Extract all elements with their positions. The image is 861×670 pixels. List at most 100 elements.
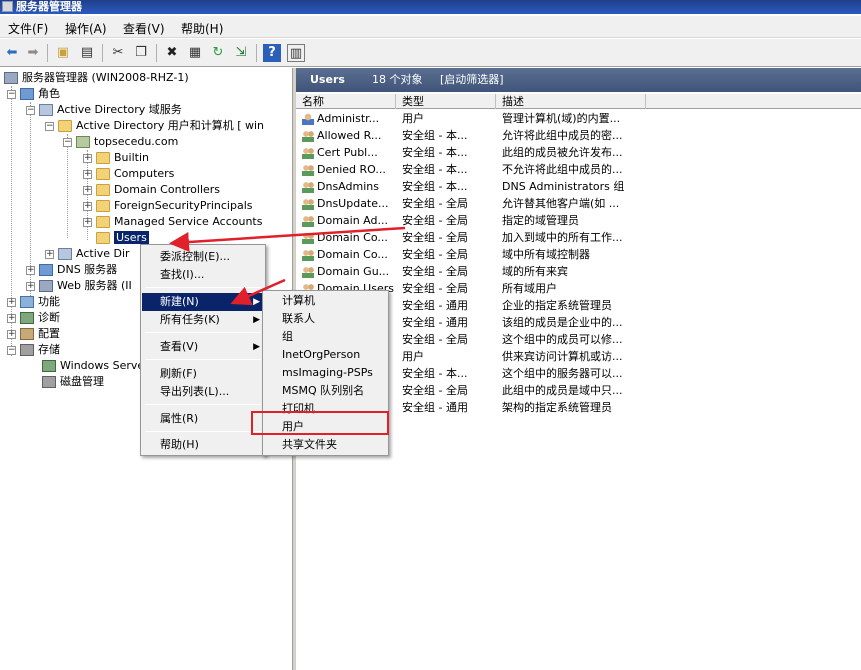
tree-item-builtin[interactable]: + Builtin — [83, 150, 149, 166]
export-icon[interactable]: ⇲ — [232, 44, 250, 62]
filter-status: [启动筛选器] — [440, 73, 504, 86]
menu-new[interactable]: 新建(N) ▶ — [142, 293, 264, 311]
collapse-icon[interactable]: − — [7, 345, 16, 355]
tree-item-features[interactable]: + 功能 — [7, 294, 60, 310]
menu-properties[interactable]: 属性(R) — [142, 410, 264, 428]
table-row[interactable]: DnsAdmins 安全组 - 本... DNS Administrators 组 — [296, 178, 861, 195]
tree-item-ad-ds[interactable]: − Active Directory 域服务 — [26, 102, 182, 118]
menu-refresh[interactable]: 刷新(F) — [142, 365, 264, 383]
expand-icon[interactable]: + — [7, 297, 16, 307]
dns-icon — [39, 264, 53, 276]
table-row[interactable]: Domain Co... 安全组 - 全局 域中所有域控制器 — [296, 246, 861, 263]
table-row[interactable]: Cert Publ... 安全组 - 本... 此组的成员被允许发布... — [296, 144, 861, 161]
column-name[interactable]: 名称 — [296, 94, 396, 109]
collapse-icon[interactable]: − — [63, 137, 72, 147]
tree-item-server-manager[interactable]: 服务器管理器 (WIN2008-RHZ-1) — [4, 70, 189, 86]
tree-item-computers[interactable]: + Computers — [83, 166, 174, 182]
tree-item-aduc[interactable]: − Active Directory 用户和计算机 [ win — [45, 118, 264, 134]
ad-icon — [58, 248, 72, 260]
help-icon[interactable]: ? — [263, 44, 281, 62]
expand-icon[interactable]: + — [83, 153, 92, 163]
row-description: 域中所有域控制器 — [502, 248, 590, 261]
forward-icon[interactable]: ➡ — [24, 44, 42, 62]
server-manager-icon — [2, 1, 13, 12]
tree-item-domain-controllers[interactable]: + Domain Controllers — [83, 182, 220, 198]
row-type: 安全组 - 本... — [402, 129, 468, 142]
menu-view-label: 查看(V) — [160, 340, 199, 353]
submenu-inetorgperson[interactable]: InetOrgPerson — [264, 346, 387, 363]
expand-icon[interactable]: + — [83, 201, 92, 211]
tree-item-foreign-security-principals[interactable]: + ForeignSecurityPrincipals — [83, 198, 253, 214]
menu-find[interactable]: 查找(I)... — [142, 266, 264, 284]
show-hide-tree-icon[interactable]: ▤ — [78, 44, 96, 62]
row-type: 安全组 - 全局 — [402, 197, 468, 210]
expand-icon[interactable]: + — [26, 265, 35, 275]
submenu-shared-folder[interactable]: 共享文件夹 — [264, 436, 387, 453]
tree-item-configuration[interactable]: + 配置 — [7, 326, 60, 342]
submenu-contact[interactable]: 联系人 — [264, 310, 387, 327]
menu-view[interactable]: 查看(V) ▶ — [142, 338, 264, 356]
ad-ds-icon — [39, 104, 53, 116]
row-type: 安全组 - 全局 — [402, 282, 468, 295]
expand-icon[interactable]: + — [7, 313, 16, 323]
table-row[interactable]: DnsUpdate... 安全组 - 全局 允许替其他客户端(如 ... — [296, 195, 861, 212]
back-icon[interactable]: ⬅ — [3, 44, 21, 62]
menu-delegate-control[interactable]: 委派控制(E)... — [142, 248, 264, 266]
table-row[interactable]: Denied RO... 安全组 - 本... 不允许将此组中成员的... — [296, 161, 861, 178]
tree-item-roles[interactable]: − 角色 — [7, 86, 60, 102]
group-icon — [302, 232, 314, 244]
view-icon[interactable]: ▥ — [287, 44, 305, 62]
row-name-text: Domain Co... — [317, 231, 388, 244]
tree-item-ad-other[interactable]: + Active Dir — [45, 246, 130, 262]
menu-action[interactable]: 操作(A) — [65, 20, 107, 37]
expand-icon[interactable]: + — [83, 169, 92, 179]
expand-icon[interactable]: + — [83, 217, 92, 227]
tree-item-web[interactable]: + Web 服务器 (II — [26, 278, 132, 294]
expand-icon[interactable]: + — [83, 185, 92, 195]
table-row[interactable]: Allowed R... 安全组 - 本... 允许将此组中成员的密... — [296, 127, 861, 144]
row-type: 安全组 - 全局 — [402, 384, 468, 397]
collapse-icon[interactable]: − — [7, 89, 16, 99]
tree-item-disk-management[interactable]: 磁盘管理 — [42, 374, 104, 390]
tree-item-storage[interactable]: − 存储 — [7, 342, 60, 358]
submenu-group[interactable]: 组 — [264, 328, 387, 345]
group-icon — [302, 215, 314, 227]
toolbar-separator — [256, 44, 257, 62]
menu-help[interactable]: 帮助(H) — [181, 20, 223, 37]
tree-label: 服务器管理器 (WIN2008-RHZ-1) — [22, 71, 189, 84]
column-type[interactable]: 类型 — [396, 94, 496, 109]
tree-item-windows-server-backup[interactable]: Windows Serve — [42, 358, 144, 374]
delete-icon[interactable]: ✖ — [163, 44, 181, 62]
expand-icon[interactable]: + — [45, 249, 54, 259]
expand-icon[interactable]: + — [7, 329, 16, 339]
table-row[interactable]: Domain Co... 安全组 - 全局 加入到域中的所有工作... — [296, 229, 861, 246]
cut-icon[interactable]: ✂ — [109, 44, 127, 62]
row-description: 管理计算机(域)的内置... — [502, 112, 621, 125]
menu-file[interactable]: 文件(F) — [8, 20, 48, 37]
tree-item-diagnostics[interactable]: + 诊断 — [7, 310, 60, 326]
submenu-computer[interactable]: 计算机 — [264, 292, 387, 309]
collapse-icon[interactable]: − — [26, 105, 35, 115]
menu-help[interactable]: 帮助(H) — [142, 436, 264, 454]
menu-all-tasks[interactable]: 所有任务(K) ▶ — [142, 311, 264, 329]
menu-view[interactable]: 查看(V) — [123, 20, 165, 37]
collapse-icon[interactable]: − — [45, 121, 54, 131]
row-type: 用户 — [402, 112, 424, 125]
tree-item-domain[interactable]: − topsecedu.com — [63, 134, 178, 150]
group-icon — [302, 147, 314, 159]
menu-export-list[interactable]: 导出列表(L)... — [142, 383, 264, 401]
table-row[interactable]: Domain Gu... 安全组 - 全局 域的所有来宾 — [296, 263, 861, 280]
table-row[interactable]: Domain Ad... 安全组 - 全局 指定的域管理员 — [296, 212, 861, 229]
tree-item-dns[interactable]: + DNS 服务器 — [26, 262, 117, 278]
up-folder-icon[interactable]: ▣ — [54, 44, 72, 62]
row-name: Denied RO... — [302, 161, 397, 178]
submenu-msmq-alias[interactable]: MSMQ 队列别名 — [264, 382, 387, 399]
copy-icon[interactable]: ❐ — [132, 44, 150, 62]
properties-icon[interactable]: ▦ — [186, 44, 204, 62]
tree-item-managed-service-accounts[interactable]: + Managed Service Accounts — [83, 214, 262, 230]
expand-icon[interactable]: + — [26, 281, 35, 291]
column-description[interactable]: 描述 — [496, 94, 646, 109]
table-row[interactable]: Administr... 用户 管理计算机(域)的内置... — [296, 110, 861, 127]
refresh-icon[interactable]: ↻ — [209, 44, 227, 62]
submenu-msimaging-psps[interactable]: msImaging-PSPs — [264, 364, 387, 381]
